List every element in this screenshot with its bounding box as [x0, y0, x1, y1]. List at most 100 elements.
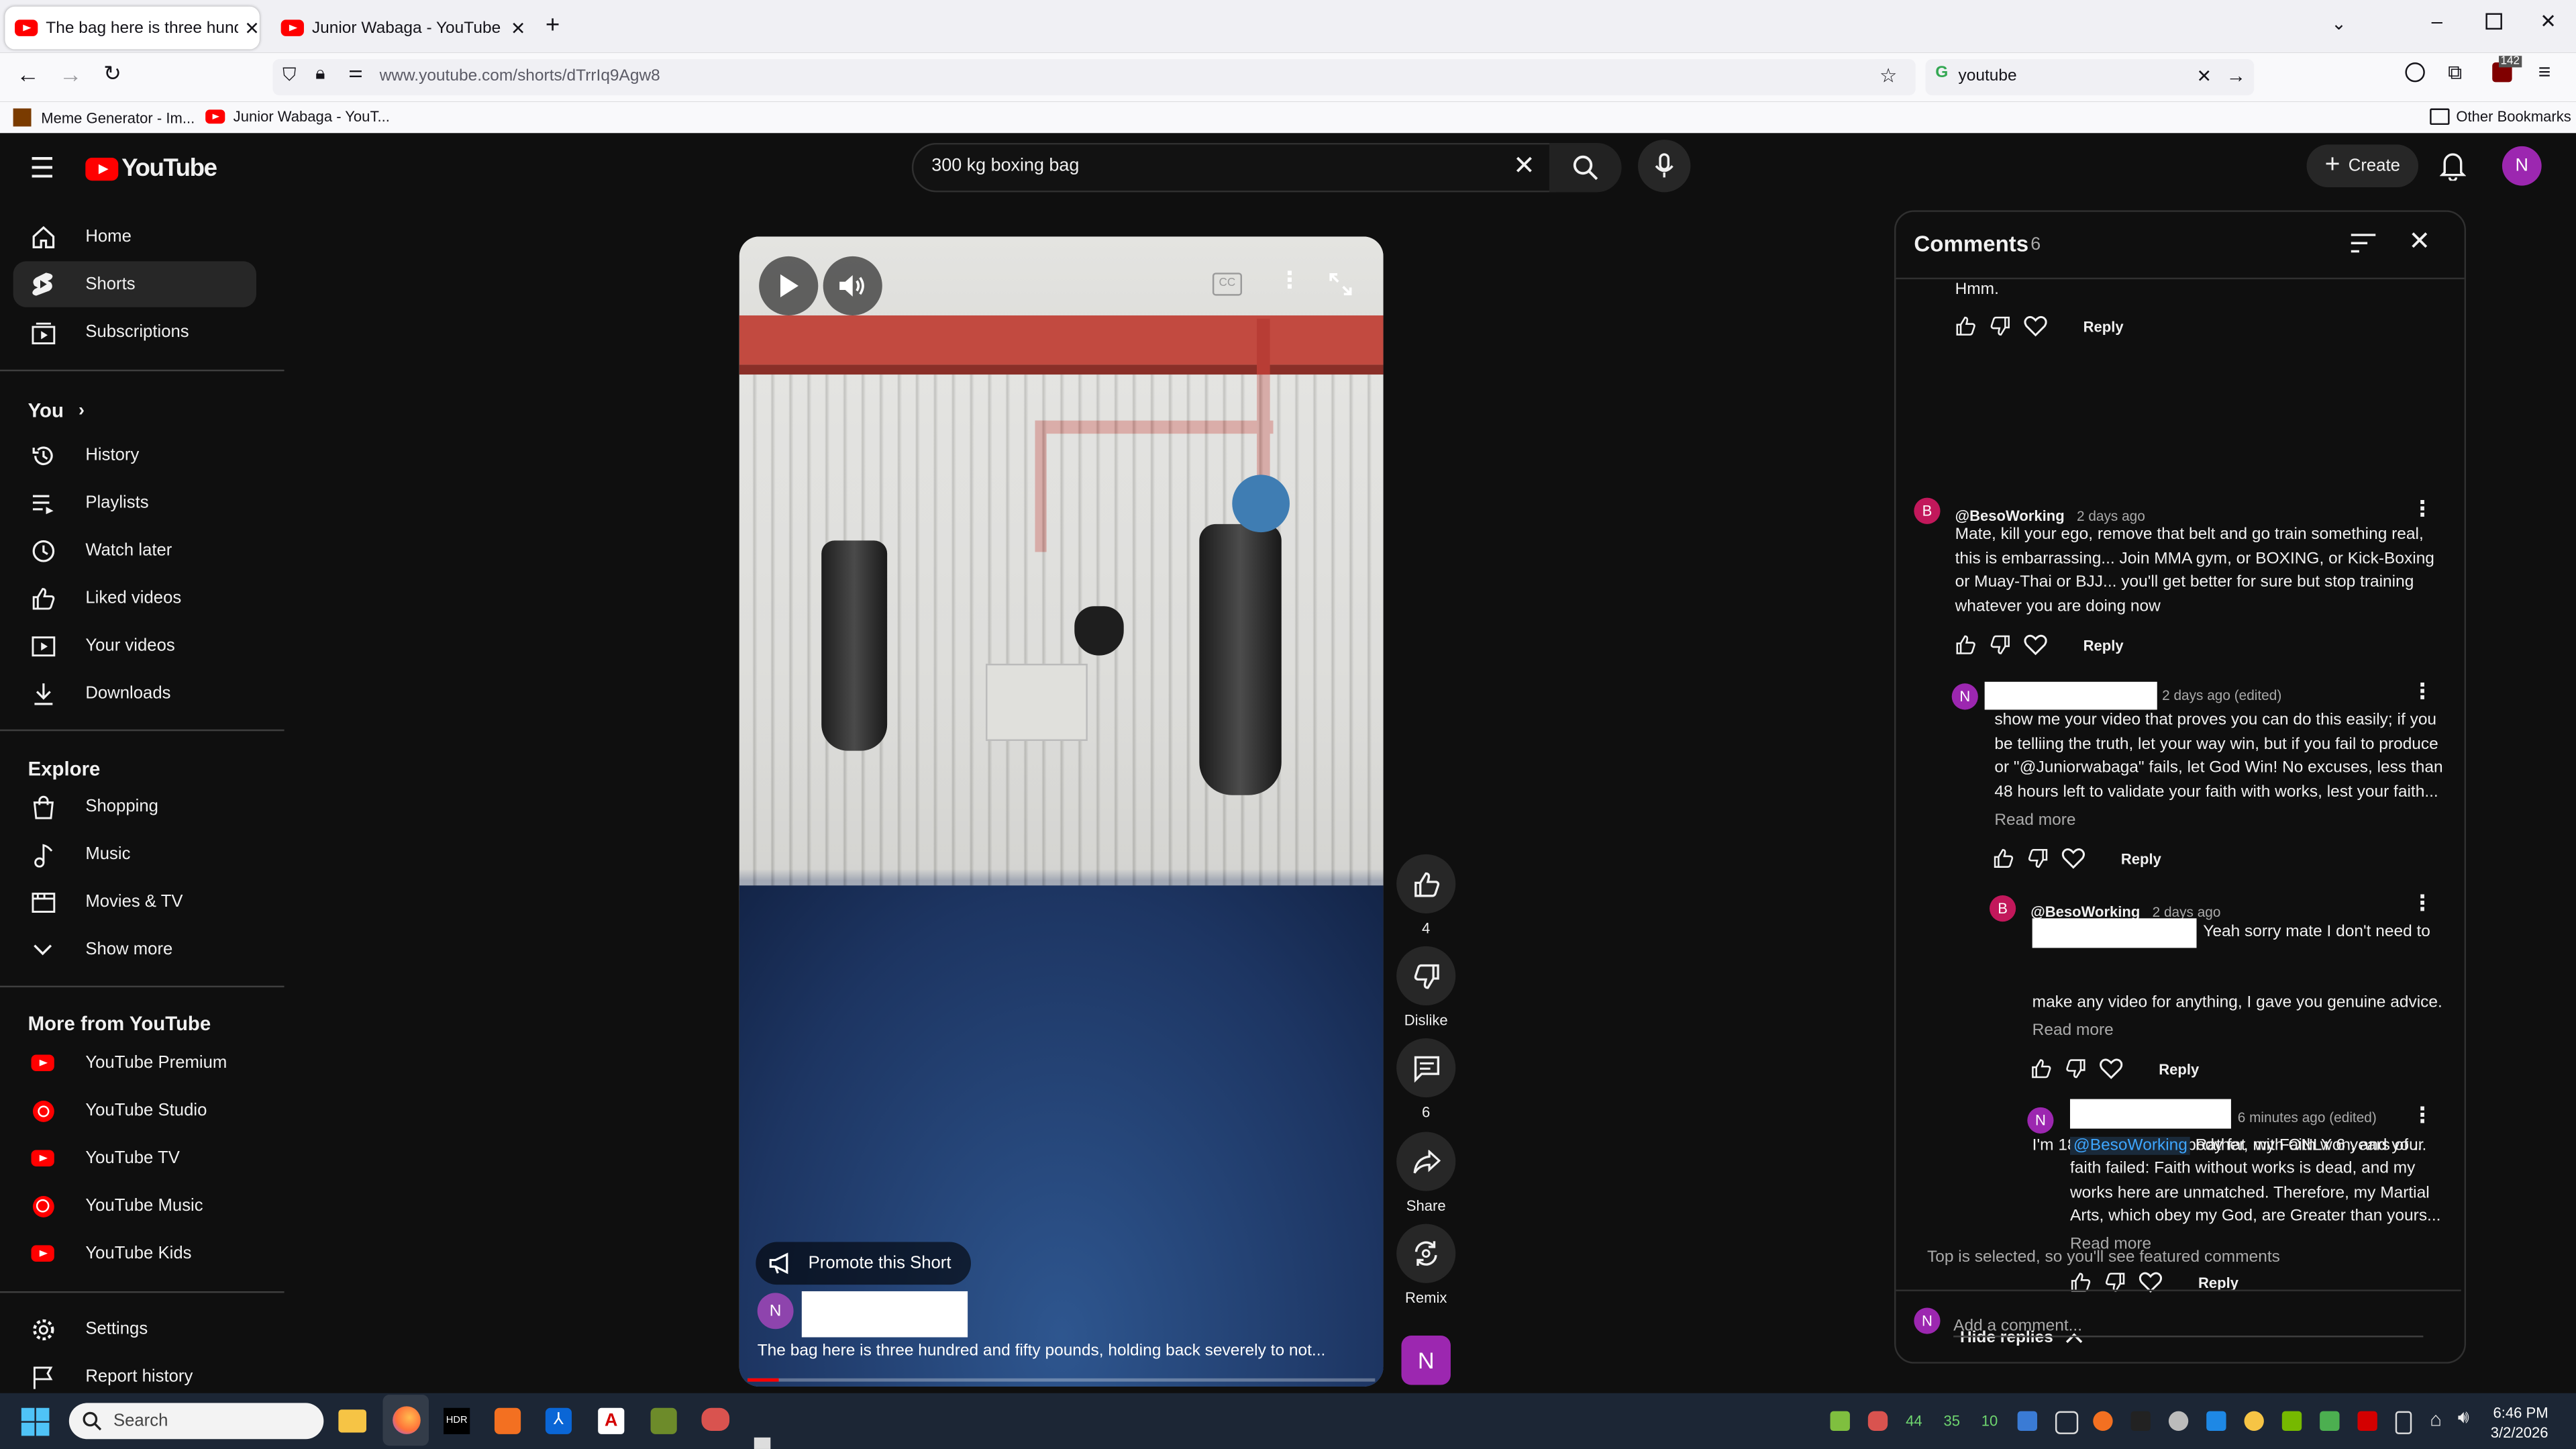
reply-button[interactable]: Reply: [2159, 1060, 2199, 1077]
start-button[interactable]: [21, 1407, 50, 1436]
voice-search-button[interactable]: [1638, 140, 1691, 193]
thumb-down-icon[interactable]: [1990, 315, 2011, 337]
dislike-button[interactable]: [1396, 946, 1456, 1006]
read-more-link[interactable]: Read more: [2032, 1022, 2114, 1040]
search-box-text[interactable]: youtube: [1958, 67, 2016, 85]
sidebar-item-home[interactable]: Home: [13, 213, 256, 260]
window-close-icon[interactable]: ✕: [2540, 10, 2557, 33]
heart-icon[interactable]: [2061, 848, 2085, 869]
you-section-heading[interactable]: You ›: [28, 399, 85, 422]
mention-link[interactable]: @BesoWorking: [2069, 1136, 2191, 1155]
url-text[interactable]: www.youtube.com/shorts/dTrrIq9Agw8: [380, 67, 660, 85]
play-button[interactable]: [759, 256, 819, 315]
sidebar-item-liked-videos[interactable]: Liked videos: [13, 575, 256, 621]
fullscreen-icon[interactable]: [1327, 271, 1353, 297]
add-comment-input[interactable]: Add a comment...: [1953, 1309, 2424, 1338]
more-vert-icon[interactable]: ⋮: [2412, 496, 2433, 522]
app-icon[interactable]: HDR: [444, 1407, 470, 1434]
comment-author[interactable]: @BesoWorking: [2030, 903, 2140, 919]
url-bar[interactable]: ⛉ 🔒︎ ⚌ www.youtube.com/shorts/dTrrIq9Agw…: [272, 59, 1916, 95]
commenter-avatar[interactable]: B: [1990, 895, 2016, 922]
speaker-icon[interactable]: 🔊︎: [2458, 1408, 2469, 1430]
app-icon[interactable]: ⅄: [545, 1407, 572, 1434]
reload-icon[interactable]: ↻: [103, 61, 121, 87]
create-button[interactable]: + Create: [2306, 144, 2419, 188]
tray-icon[interactable]: [2017, 1411, 2038, 1432]
tab-active[interactable]: The bag here is three hundred ✕: [5, 6, 260, 50]
app-icon[interactable]: A: [598, 1407, 625, 1434]
more-vert-icon[interactable]: ⋮: [1278, 266, 1301, 295]
heart-icon[interactable]: [2024, 315, 2047, 337]
heart-icon[interactable]: [2100, 1058, 2123, 1079]
taskbar-search[interactable]: Search: [68, 1403, 324, 1440]
sidebar-item-youtube-kids[interactable]: YouTube Kids: [13, 1230, 256, 1277]
youtube-logo[interactable]: YouTube: [85, 154, 217, 183]
sort-icon[interactable]: [2351, 234, 2376, 253]
comment-author[interactable]: @BesoWorking: [1955, 507, 2065, 523]
remix-button[interactable]: [1396, 1223, 1456, 1283]
thumb-up-icon[interactable]: [1993, 848, 2014, 869]
search-bar[interactable]: 300 kg boxing bag ✕: [911, 142, 1556, 193]
tray-icon[interactable]: [2055, 1411, 2079, 1434]
file-explorer-icon[interactable]: [338, 1409, 366, 1433]
sidebar-item-your-videos[interactable]: Your videos: [13, 623, 256, 669]
more-vert-icon[interactable]: ⋮: [2412, 679, 2433, 705]
bookmark-item[interactable]: Junior Wabaga - YouT...: [204, 109, 390, 125]
close-icon[interactable]: ✕: [244, 17, 260, 38]
clock[interactable]: 6:46 PM 3/2/2026: [2491, 1403, 2548, 1442]
sidebar-item-subscriptions[interactable]: Subscriptions: [13, 309, 256, 355]
bookmark-star-icon[interactable]: ☆: [1879, 64, 1897, 87]
extensions-icon[interactable]: ⧉: [2448, 61, 2462, 86]
sidebar-item-music[interactable]: Music: [13, 832, 256, 878]
tray-icon[interactable]: [2244, 1411, 2264, 1432]
thumb-up-icon[interactable]: [1955, 634, 1977, 656]
more-vert-icon[interactable]: ⋮: [2412, 891, 2433, 917]
thumb-up-icon[interactable]: [1955, 315, 1977, 337]
search-input[interactable]: 300 kg boxing bag: [931, 156, 1079, 176]
reply-button[interactable]: Reply: [2083, 318, 2124, 334]
close-icon[interactable]: ✕: [511, 17, 526, 38]
reply-button[interactable]: Reply: [2198, 1274, 2238, 1290]
reply-button[interactable]: Reply: [2121, 850, 2161, 866]
thumb-down-icon[interactable]: [2027, 848, 2049, 869]
share-button[interactable]: [1396, 1132, 1456, 1191]
close-comments-icon[interactable]: ✕: [2408, 225, 2430, 258]
commenter-avatar[interactable]: B: [1914, 497, 1941, 524]
sidebar-item-settings[interactable]: Settings: [13, 1306, 256, 1352]
more-vert-icon[interactable]: ⋮: [2412, 1102, 2433, 1128]
firefox-icon[interactable]: [382, 1395, 429, 1446]
search-box[interactable]: G youtube ✕ →: [1925, 59, 2255, 95]
tray-icon[interactable]: [2357, 1411, 2377, 1432]
sidebar-item-youtube-premium[interactable]: YouTube Premium: [13, 1040, 256, 1086]
app-icon[interactable]: [650, 1407, 677, 1434]
sidebar-item-downloads[interactable]: Downloads: [13, 670, 256, 717]
permissions-icon[interactable]: ⚌: [348, 64, 363, 82]
back-icon[interactable]: ←: [16, 61, 39, 87]
app-icon[interactable]: [701, 1407, 730, 1432]
tray-icon[interactable]: [2206, 1411, 2226, 1432]
tab-inactive[interactable]: Junior Wabaga - YouTube ✕: [271, 7, 526, 50]
new-tab-icon[interactable]: +: [546, 11, 560, 40]
audio-avatar[interactable]: N: [1401, 1336, 1451, 1385]
forward-icon[interactable]: →: [59, 61, 82, 87]
promote-short-button[interactable]: Promote this Short: [756, 1242, 971, 1285]
tray-icon[interactable]: [2168, 1411, 2189, 1432]
thumb-down-icon[interactable]: [1990, 634, 2011, 656]
tray-icon[interactable]: [2130, 1411, 2151, 1432]
sidebar-item-playlists[interactable]: Playlists: [13, 480, 256, 526]
tray-icon[interactable]: [1867, 1411, 1888, 1432]
menu-icon[interactable]: ≡: [2538, 59, 2551, 84]
channel-avatar[interactable]: N: [757, 1293, 794, 1330]
bell-icon[interactable]: [2439, 151, 2467, 181]
short-caption[interactable]: The bag here is three hundred and fifty …: [758, 1342, 1326, 1360]
progress-track[interactable]: [748, 1378, 1376, 1382]
go-arrow-icon[interactable]: →: [2226, 64, 2246, 87]
tray-icon[interactable]: [1830, 1411, 1850, 1432]
captions-icon[interactable]: CC: [1212, 272, 1242, 296]
app-icon[interactable]: [494, 1407, 521, 1434]
restore-icon[interactable]: [2485, 13, 2502, 30]
like-button[interactable]: [1396, 854, 1456, 913]
tray-icon[interactable]: [2093, 1411, 2113, 1432]
commenter-avatar[interactable]: N: [2027, 1107, 2054, 1134]
reply-button[interactable]: Reply: [2083, 637, 2124, 653]
